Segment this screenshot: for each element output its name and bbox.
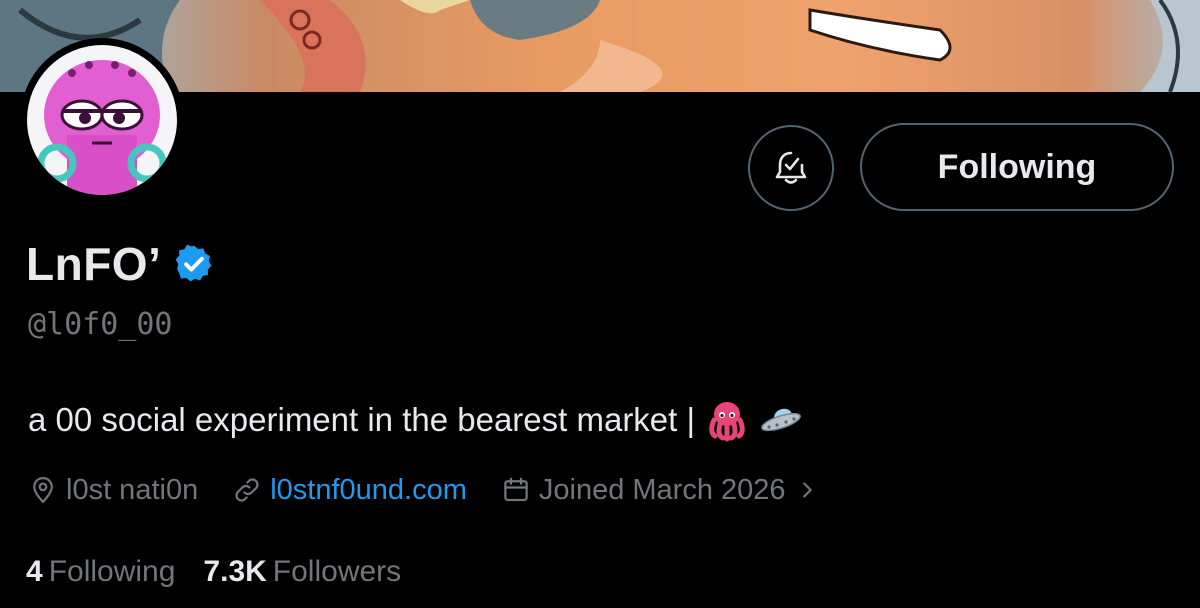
bell-check-icon — [775, 151, 807, 184]
following-stat[interactable]: 4 Following — [26, 555, 175, 589]
following-button[interactable]: Following — [860, 123, 1174, 211]
profile-stats: 4 Following 7.3K Followers — [26, 552, 429, 592]
profile-banner[interactable] — [0, 0, 1200, 92]
verified-badge-icon[interactable] — [173, 243, 215, 285]
profile-meta: l0st nati0n l0stnf0und.com Joined March … — [28, 470, 860, 510]
followers-count: 7.3K — [203, 555, 267, 588]
bio-text: a 00 social experiment in the bearest ma… — [28, 401, 696, 438]
profile-handle: @l0f0_00 — [28, 307, 173, 342]
website[interactable]: l0stnf0und.com — [232, 474, 467, 507]
profile-avatar[interactable] — [20, 38, 184, 202]
avatar-image — [27, 45, 177, 195]
following-count: 4 — [26, 555, 43, 588]
location-text: l0st nati0n — [66, 473, 199, 506]
display-name: LnFO’ — [26, 238, 162, 290]
joined-text: Joined March 2026 — [538, 473, 786, 506]
joined-date[interactable]: Joined March 2026 — [501, 474, 826, 507]
location: l0st nati0n — [28, 474, 198, 507]
calendar-icon — [504, 477, 528, 502]
notifications-button[interactable] — [748, 125, 834, 211]
octopus-emoji — [705, 398, 749, 442]
followers-stat[interactable]: 7.3K Followers — [203, 555, 401, 589]
followers-label: Followers — [272, 555, 402, 588]
profile-bio: a 00 social experiment in the bearest ma… — [28, 398, 803, 442]
following-button-label: Following — [937, 147, 1097, 186]
following-label: Following — [48, 555, 176, 588]
link-icon — [235, 478, 259, 502]
location-pin-icon — [33, 476, 53, 504]
banner-artwork — [0, 0, 1200, 92]
ufo-emoji — [759, 398, 803, 442]
profile-name-row: LnFO’ — [26, 234, 215, 294]
website-link[interactable]: l0stnf0und.com — [270, 474, 467, 507]
chevron-right-icon — [802, 482, 812, 498]
